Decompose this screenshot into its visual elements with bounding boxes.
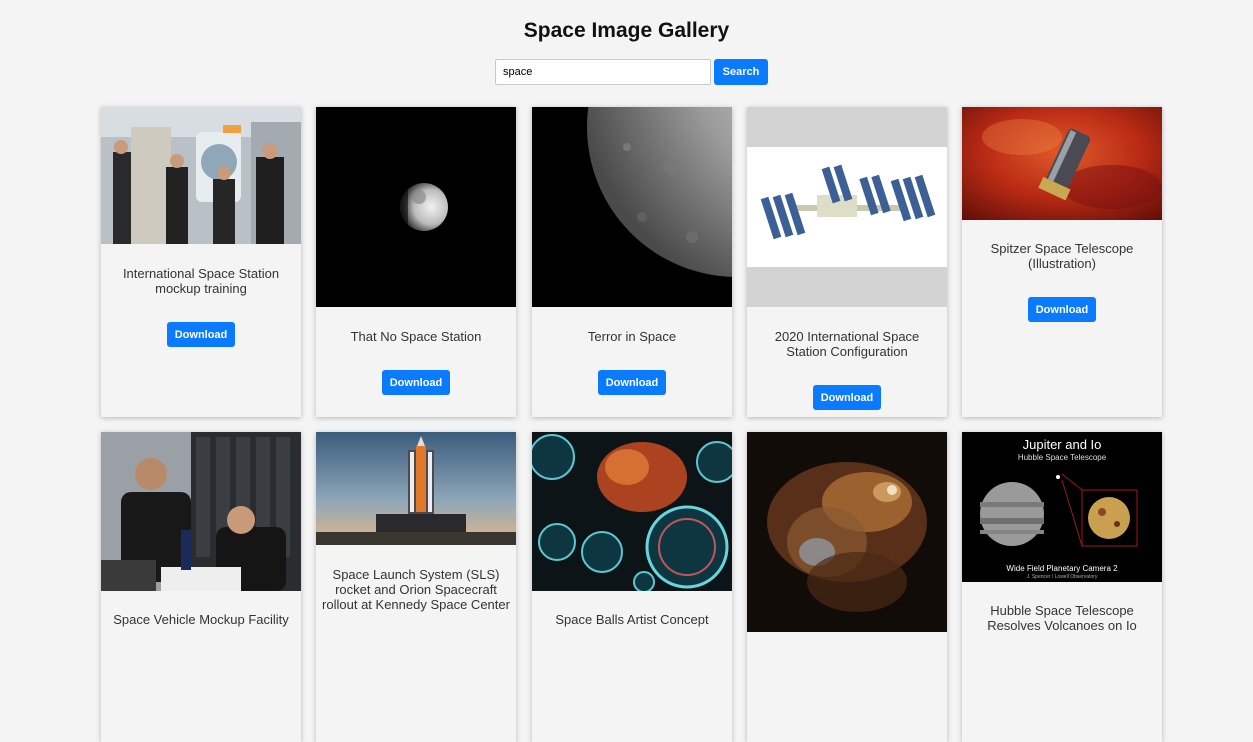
search-button[interactable]: Search <box>714 59 768 85</box>
download-button[interactable]: Download <box>598 370 666 395</box>
gallery-card: That No Space Station Download <box>316 107 516 417</box>
download-button[interactable]: Download <box>813 385 881 410</box>
card-image[interactable] <box>316 432 516 545</box>
card-title: Space Launch System (SLS) rocket and Ori… <box>322 567 510 612</box>
page-title: Space Image Gallery <box>523 19 730 42</box>
card-image[interactable] <box>747 107 947 307</box>
card-image[interactable] <box>101 107 301 244</box>
image-camera-label: Wide Field Planetary Camera 2 <box>1006 564 1118 573</box>
gallery-card: 2020 International Space Station Configu… <box>747 107 947 417</box>
download-button[interactable]: Download <box>1028 297 1096 322</box>
card-image[interactable] <box>532 432 732 591</box>
gallery-card: Space Launch System (SLS) rocket and Ori… <box>316 432 516 742</box>
search-input[interactable] <box>495 59 711 85</box>
gallery-card: Space Vehicle Mockup Facility <box>101 432 301 742</box>
download-button[interactable]: Download <box>167 322 235 347</box>
gallery-card: Jupiter and Io Hubble Space Telescope Wi… <box>962 432 1162 742</box>
gallery-card: Terror in Space Download <box>532 107 732 417</box>
card-title: Terror in Space <box>587 329 677 344</box>
card-title: Hubble Space Telescope Resolves Volcanoe… <box>987 603 1137 633</box>
card-image[interactable] <box>532 107 732 307</box>
gallery-card: Space Balls Artist Concept <box>532 432 732 742</box>
image-subheading: Hubble Space Telescope <box>1017 453 1107 462</box>
gallery-card: International Space Station mockup train… <box>101 107 301 417</box>
card-title: Spitzer Space Telescope (Illustration) <box>990 241 1134 271</box>
card-image[interactable] <box>962 107 1162 220</box>
card-title: International Space Station mockup train… <box>122 266 280 296</box>
download-button[interactable]: Download <box>382 370 450 395</box>
card-title: That No Space Station <box>350 329 482 344</box>
image-heading: Jupiter and Io <box>1022 437 1102 452</box>
card-image[interactable] <box>747 432 947 632</box>
card-title: 2020 International Space Station Configu… <box>774 329 920 359</box>
image-credit: J. Spencer / Lowell Observatory <box>1026 574 1098 580</box>
gallery-card <box>747 432 947 742</box>
card-image[interactable] <box>101 432 301 591</box>
card-image[interactable]: Jupiter and Io Hubble Space Telescope Wi… <box>962 432 1162 582</box>
gallery-card: Spitzer Space Telescope (Illustration) D… <box>962 107 1162 417</box>
card-image[interactable] <box>316 107 516 307</box>
